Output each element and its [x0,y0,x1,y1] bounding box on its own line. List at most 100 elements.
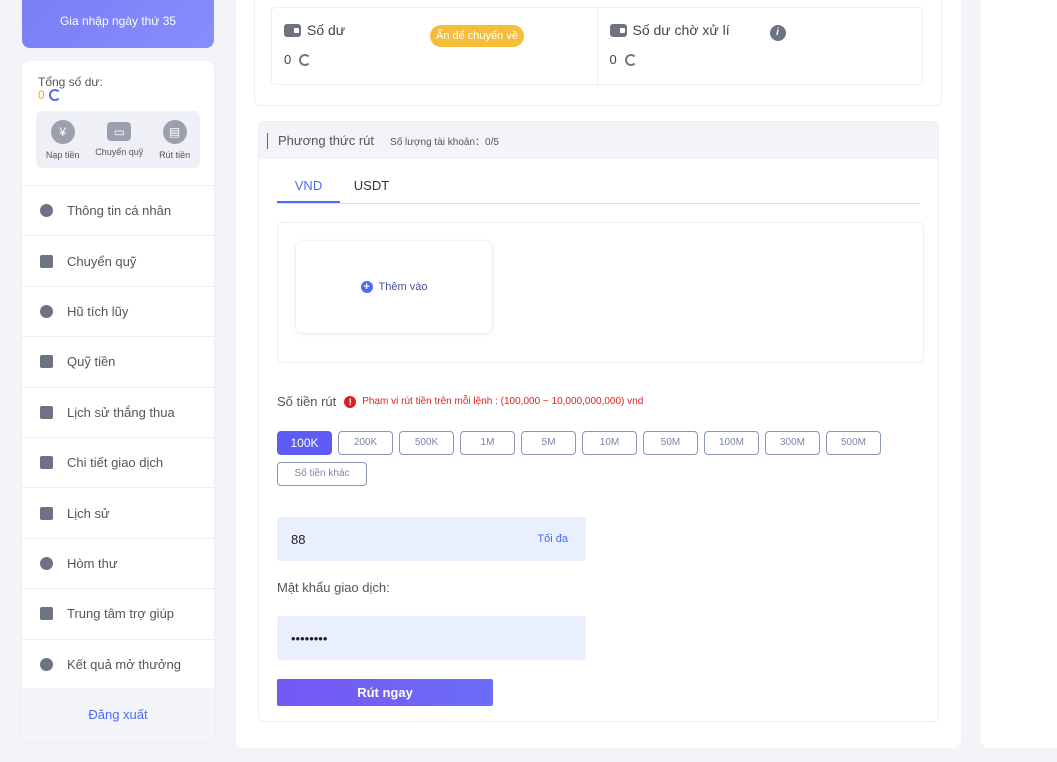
sidebar-item-transfer[interactable]: Chuyển quỹ [22,235,214,285]
password-label: Mật khẩu giao dịch: [277,580,390,595]
balance-card: Số dư 0 Ấn để chuyển về Số dư chờ xử lí … [254,0,942,106]
quick-deposit-button[interactable]: ¥ Nạp tiền [46,119,79,160]
amount-chip-100k[interactable]: 100K [277,431,332,455]
add-account-button[interactable]: + Thêm vào [295,240,493,334]
main-balance-value: 0 [284,52,585,67]
max-amount-button[interactable]: Tối đa [537,533,568,545]
amount-label: Số tiền rút [277,394,337,409]
wallet-icon [609,23,627,37]
amount-chip-1m[interactable]: 1M [460,431,515,455]
book-icon [40,607,53,621]
sidebar-item-transactions[interactable]: Chi tiết giao dịch [22,436,214,487]
account-list: + Thêm vào [277,222,924,363]
trophy-icon [40,657,53,671]
main-balance-label: Số dư [307,22,346,38]
sidebar-item-label: Chi tiết giao dịch [67,455,164,471]
sidebar-item-label: Quỹ tiền [67,354,116,370]
sidebar-item-help[interactable]: Trung tâm trợ giúp [22,588,214,638]
pending-balance-amount: 0 [609,52,617,67]
amount-input[interactable]: 88 Tối đa [277,517,586,561]
wallet-icon [284,23,301,37]
logout-button[interactable]: Đăng xuất [22,688,214,741]
withdraw-header: Phương thức rút Số lượng tài khoản：0/5 [259,122,938,159]
amount-header: Số tiền rút ! Phạm vi rút tiền trên mỗi … [277,394,643,409]
amount-chip-10m[interactable]: 10M [582,431,637,455]
tab-vnd[interactable]: VND [277,168,340,203]
total-balance-amount: 0 [38,88,45,102]
sidebar-item-label: Thông tin cá nhân [67,203,172,219]
plus-icon: + [360,281,373,293]
sidebar-item-label: Chuyển quỹ [67,253,137,269]
sidebar-item-results[interactable]: Kết quả mở thưởng [22,638,214,689]
withdraw-card: Phương thức rút Số lượng tài khoản：0/5 V… [258,121,939,722]
withdraw-submit-button[interactable]: Rút ngay [277,679,493,706]
coins-icon [40,506,53,520]
amount-chip-other[interactable]: Số tiền khác [277,462,367,486]
total-balance-value: 0 [38,88,61,102]
amount-chip-5m[interactable]: 5M [521,431,576,455]
sidebar-item-mail[interactable]: Hòm thư [22,537,214,588]
quick-withdraw-label: Rút tiền [159,149,191,160]
fund-icon [40,355,53,369]
piggy-icon [40,304,53,318]
join-day-text: Gia nhập ngày thứ 35 [59,14,177,28]
account-count: Số lượng tài khoản：0/5 [390,137,499,148]
amount-chip-50m[interactable]: 50M [643,431,698,455]
info-icon[interactable]: i [769,25,786,41]
sidebar-item-win-loss[interactable]: Lịch sử thắng thua [22,386,214,437]
wallet-icon [40,254,53,268]
mail-icon [40,556,53,570]
chart-icon [40,456,53,470]
right-panel [981,0,1057,748]
pending-balance-title: Số dư chờ xử lí [609,22,911,38]
tab-usdt[interactable]: USDT [340,168,403,203]
pending-balance: Số dư chờ xử lí 0 i [596,8,923,84]
sidebar: Tổng số dư: 0 ¥ Nạp tiền ▭ Chuyển quỹ ▤ … [22,61,214,741]
sidebar-item-history[interactable]: Lịch sử [22,487,214,537]
withdraw-title: Phương thức rút [278,133,375,148]
amount-chip-300m[interactable]: 300M [765,431,820,455]
main-balance: Số dư 0 Ấn để chuyển về [272,8,597,84]
sidebar-item-label: Lịch sử thắng thua [67,404,175,420]
amount-chip-200k[interactable]: 200K [338,431,393,455]
main-panel: Số dư 0 Ấn để chuyển về Số dư chờ xử lí … [236,0,961,748]
transfer-back-button[interactable]: Ấn để chuyển về [430,25,524,47]
sidebar-menu: Thông tin cá nhân Chuyển quỹ Hũ tích lũy… [22,185,214,689]
sidebar-item-label: Trung tâm trợ giúp [67,606,175,622]
amount-chip-500k[interactable]: 500K [399,431,454,455]
sidebar-item-fund[interactable]: Quỹ tiền [22,336,214,386]
quick-transfer-label: Chuyển quỹ [95,147,144,157]
join-day-card: Gia nhập ngày thứ 35 [22,0,214,48]
amount-range-note: Phạm vi rút tiền trên mỗi lệnh : (100,00… [362,396,644,407]
clipboard-icon [40,405,53,419]
pending-balance-value: 0 [610,52,911,67]
warning-icon: ! [344,395,357,408]
sidebar-item-label: Lịch sử [67,505,110,521]
header-divider [267,132,268,149]
pending-balance-label: Số dư chờ xử lí [632,22,730,38]
balance-box: Số dư 0 Ấn để chuyển về Số dư chờ xử lí … [271,7,923,85]
amount-chip-100m[interactable]: 100M [704,431,759,455]
refresh-icon[interactable] [624,53,637,66]
sidebar-item-profile[interactable]: Thông tin cá nhân [22,185,214,235]
refresh-icon[interactable] [48,89,61,101]
yen-icon: ¥ [50,119,75,144]
add-account-label: Thêm vào [378,281,428,293]
main-balance-amount: 0 [284,52,292,67]
total-balance-label: Tổng số dư: [38,75,103,89]
quick-withdraw-button[interactable]: ▤ Rút tiền [159,119,191,160]
wallet-icon: ▭ [107,122,132,141]
password-input[interactable] [277,616,586,660]
sidebar-item-label: Hũ tích lũy [67,303,129,319]
quick-transfer-button[interactable]: ▭ Chuyển quỹ [95,122,143,157]
quick-actions: ¥ Nạp tiền ▭ Chuyển quỹ ▤ Rút tiền [36,111,200,168]
sidebar-item-label: Hòm thư [67,555,118,571]
sidebar-item-label: Kết quả mở thưởng [67,656,181,672]
amount-input-value[interactable]: 88 [291,532,305,547]
withdraw-icon: ▤ [162,119,187,144]
user-icon [40,204,53,218]
refresh-icon[interactable] [299,53,312,66]
sidebar-item-savings[interactable]: Hũ tích lũy [22,285,214,336]
currency-tabs: VND USDT [277,168,920,204]
amount-chip-500m[interactable]: 500M [826,431,881,455]
